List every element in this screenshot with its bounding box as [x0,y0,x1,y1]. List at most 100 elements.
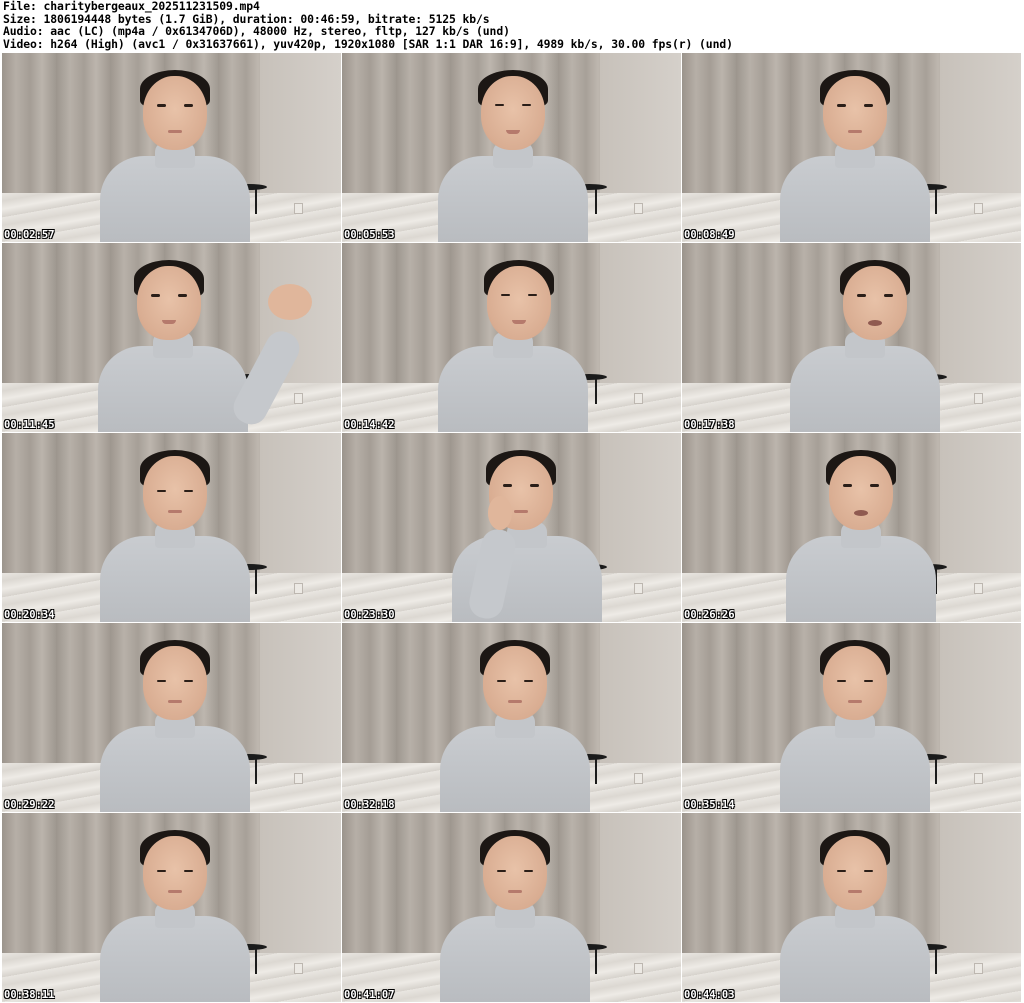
video-thumbnail: 00:23:30 [342,433,681,622]
mouth [168,700,182,703]
thumbnail-timestamp: 00:14:42 [344,419,395,431]
face [137,266,201,340]
mouth [868,320,882,326]
eye [524,870,533,872]
face [143,456,207,530]
eye [151,294,160,297]
audio-info-line: Audio: aac (LC) (mp4a / 0x6134706D), 480… [3,24,510,38]
face [823,76,887,150]
wall-outlet [974,583,983,594]
face [483,836,547,910]
person [440,640,590,812]
wall-outlet [294,963,303,974]
eye [501,294,510,296]
person [98,260,312,432]
wall-outlet [974,393,983,404]
eye [522,104,531,106]
person [100,450,250,622]
eye [157,870,166,872]
eye [497,680,506,682]
sweater [780,916,930,1002]
mouth [168,510,182,513]
sweater [438,346,588,432]
mouth [848,890,862,893]
wall-outlet [974,963,983,974]
video-thumbnail: 00:32:18 [342,623,681,812]
thumbnail-timestamp: 00:44:03 [684,989,735,1001]
video-thumbnail: 00:35:14 [682,623,1021,812]
wall-outlet [974,203,983,214]
person [100,830,250,1002]
wall-outlet [634,203,643,214]
thumbnail-timestamp: 00:02:57 [4,229,55,241]
eye [837,870,846,872]
eye [530,484,539,487]
thumbnail-grid: 00:02:57 00:05:53 00:08:49 00:11:45 00:14:42… [2,53,1022,1003]
person [780,70,930,242]
person [100,70,250,242]
video-thumbnail: 00:41:07 [342,813,681,1002]
sweater [100,726,250,812]
video-thumbnail: 00:14:42 [342,243,681,432]
sweater [98,346,248,432]
wall-outlet [294,203,303,214]
face [829,456,893,530]
thumbnail-timestamp: 00:29:22 [4,799,55,811]
video-thumbnail: 00:17:38 [682,243,1021,432]
wall-outlet [634,393,643,404]
face [843,266,907,340]
eye [870,484,879,487]
eye [837,104,846,107]
sweater [440,726,590,812]
wall-outlet [294,773,303,784]
mouth [168,130,182,133]
person [780,640,930,812]
thumbnail-timestamp: 00:23:30 [344,609,395,621]
person [438,70,588,242]
wall-outlet [634,963,643,974]
video-thumbnail: 00:20:34 [2,433,341,622]
thumbnail-timestamp: 00:26:26 [684,609,735,621]
face [143,646,207,720]
eye [497,870,506,872]
wall-outlet [634,773,643,784]
face [487,266,551,340]
face [143,836,207,910]
person [440,830,590,1002]
thumbnail-timestamp: 00:20:34 [4,609,55,621]
eye [864,870,873,872]
eye [157,680,166,682]
thumbnail-timestamp: 00:35:14 [684,799,735,811]
person [438,260,588,432]
face [823,836,887,910]
thumbnail-timestamp: 00:05:53 [344,229,395,241]
wall-outlet [294,583,303,594]
eye [157,104,166,107]
video-info-line: Video: h264 (High) (avc1 / 0x31637661), … [3,36,733,51]
person [786,450,936,622]
file-info-header: File: charitybergeaux_202511231509.mp4 S… [3,0,1021,50]
sweater [100,916,250,1002]
sweater [786,536,936,622]
wall-outlet [634,583,643,594]
mouth [854,510,868,516]
mouth [508,890,522,893]
eye [184,680,193,682]
face [823,646,887,720]
mouth [848,130,862,133]
eye [184,490,193,492]
thumbnail-timestamp: 00:11:45 [4,419,55,431]
mouth [506,130,520,134]
person [100,640,250,812]
sweater [780,156,930,242]
person [452,450,602,622]
thumbnail-timestamp: 00:41:07 [344,989,395,1001]
wall-outlet [294,393,303,404]
mouth [168,890,182,893]
video-thumbnail: 00:11:45 [2,243,341,432]
eye [864,680,873,682]
video-thumbnail: 00:02:57 [2,53,341,242]
sweater [100,536,250,622]
eye [184,870,193,872]
video-thumbnail: 00:05:53 [342,53,681,242]
